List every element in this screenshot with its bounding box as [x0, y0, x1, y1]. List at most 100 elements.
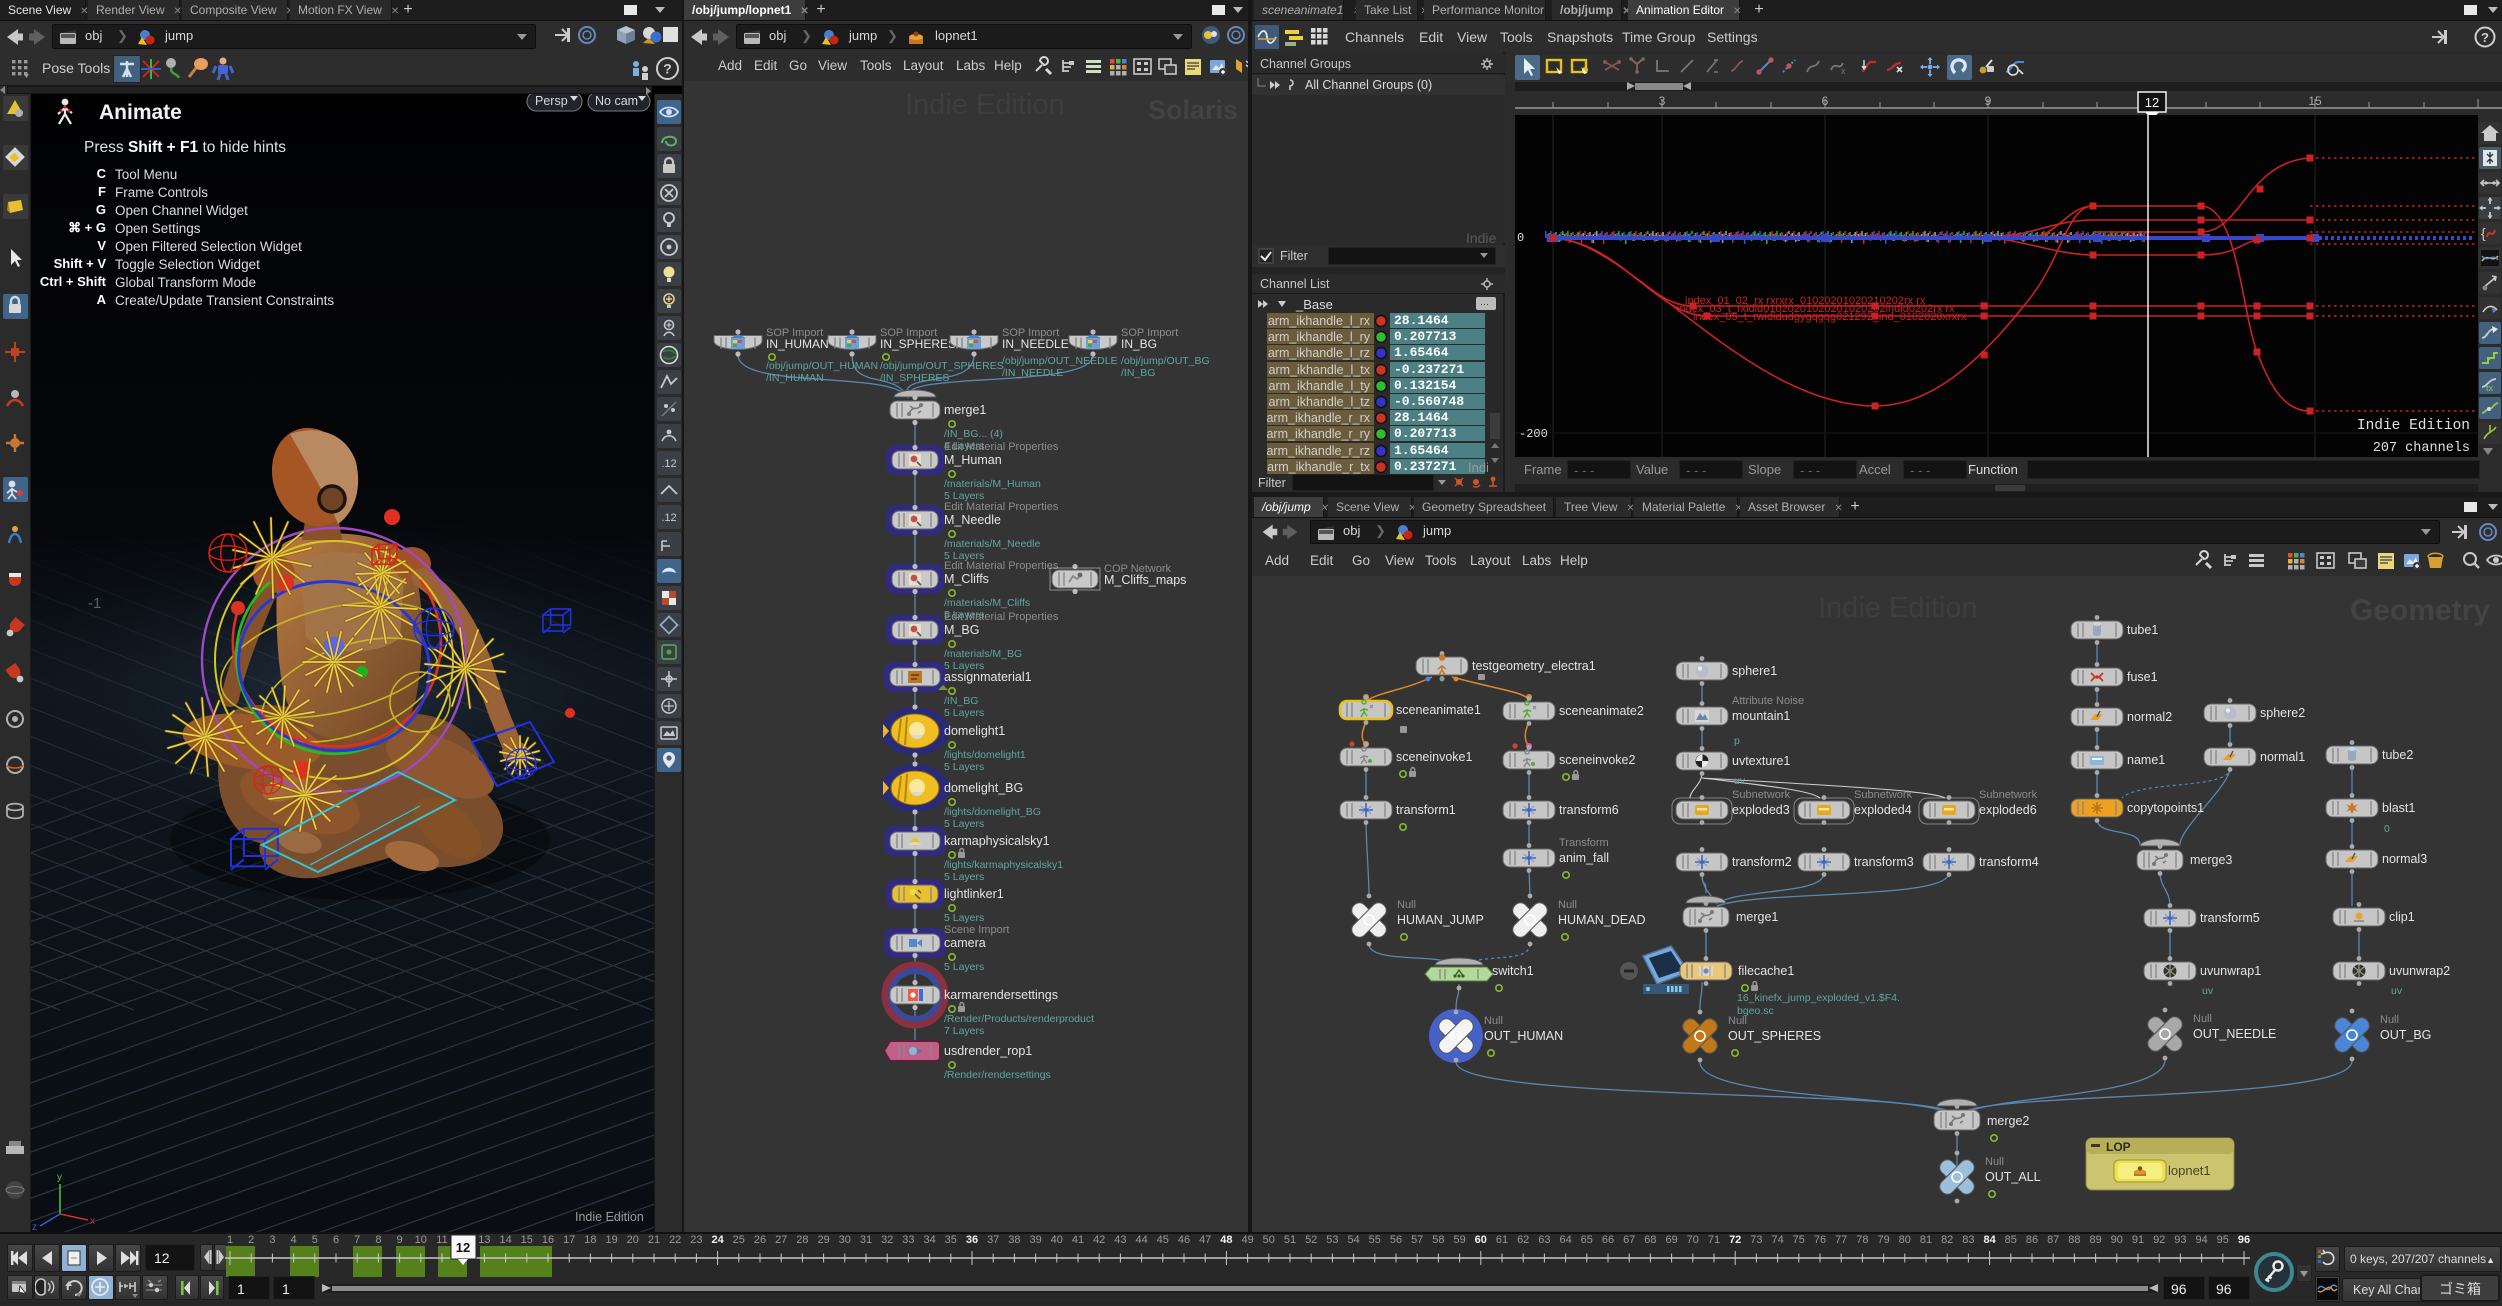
svg-text:karmaphysicalsky1: karmaphysicalsky1 — [944, 834, 1050, 848]
svg-text:z: z — [32, 1222, 37, 1232]
svg-text:OUT_HUMAN: OUT_HUMAN — [1484, 1029, 1563, 1043]
svg-text:/materials/M_Human: /materials/M_Human — [944, 478, 1041, 490]
svg-text:64: 64 — [1559, 1234, 1571, 1246]
svg-text:transform5: transform5 — [2200, 911, 2260, 925]
svg-text:/obj/jump/OUT_BG: /obj/jump/OUT_BG — [1121, 355, 1210, 367]
svg-text:27: 27 — [775, 1234, 787, 1246]
svg-text:IN_HUMAN: IN_HUMAN — [766, 337, 829, 351]
svg-text:62: 62 — [1517, 1234, 1529, 1246]
svg-text:anim_fall: anim_fall — [1559, 851, 1609, 865]
svg-text:Create/Update Transient Constr: Create/Update Transient Constraints — [115, 293, 334, 308]
svg-text:clip1: clip1 — [2389, 910, 2415, 924]
svg-text:Subnetwork: Subnetwork — [1732, 789, 1791, 801]
svg-text:5 Layers: 5 Layers — [944, 761, 984, 773]
svg-text:transform3: transform3 — [1854, 855, 1914, 869]
svg-text:Open Channel Widget: Open Channel Widget — [115, 203, 248, 218]
svg-text:79: 79 — [1877, 1234, 1889, 1246]
svg-text:exploded6: exploded6 — [1979, 803, 2037, 817]
svg-text:Subnetwork: Subnetwork — [1854, 789, 1913, 801]
svg-text:57: 57 — [1411, 1234, 1423, 1246]
svg-text:47: 47 — [1199, 1234, 1211, 1246]
svg-text:transform6: transform6 — [1559, 803, 1619, 817]
svg-text:sceneanimate1: sceneanimate1 — [1396, 703, 1481, 717]
svg-text:55: 55 — [1369, 1234, 1381, 1246]
svg-text:86: 86 — [2026, 1234, 2038, 1246]
svg-text:x: x — [1841, 66, 1846, 76]
svg-text:59: 59 — [1453, 1234, 1465, 1246]
svg-text:Null: Null — [1484, 1015, 1503, 1027]
svg-text:Scene Import: Scene Import — [944, 924, 1009, 936]
svg-text:38: 38 — [1008, 1234, 1020, 1246]
svg-text:?: ? — [2481, 30, 2489, 45]
svg-text:13: 13 — [478, 1234, 490, 1246]
svg-text:domelight_BG: domelight_BG — [944, 781, 1023, 795]
svg-text:81: 81 — [1920, 1234, 1932, 1246]
svg-text:49: 49 — [1241, 1234, 1253, 1246]
svg-text:M_Human: M_Human — [944, 453, 1002, 467]
svg-text:/obj/jump/OUT_SPHERES: /obj/jump/OUT_SPHERES — [880, 360, 1004, 372]
svg-text:12: 12 — [2145, 95, 2159, 110]
svg-text:51: 51 — [1284, 1234, 1296, 1246]
svg-text:Shift + V: Shift + V — [54, 256, 107, 271]
svg-text:blast1: blast1 — [2382, 801, 2415, 815]
svg-text:Solaris: Solaris — [1148, 95, 1238, 125]
svg-text:71: 71 — [1708, 1234, 1720, 1246]
svg-text:M_BG: M_BG — [944, 623, 979, 637]
svg-text:merge3: merge3 — [2190, 853, 2232, 867]
svg-text:28: 28 — [796, 1234, 808, 1246]
svg-text:78: 78 — [1856, 1234, 1868, 1246]
svg-text:5 Layers: 5 Layers — [944, 707, 984, 719]
svg-text:M_Needle: M_Needle — [944, 513, 1001, 527]
svg-text:uv: uv — [1734, 775, 1746, 787]
svg-text:/IN_BG... (4): /IN_BG... (4) — [944, 428, 1003, 440]
svg-text:OUT_BG: OUT_BG — [2380, 1028, 2431, 1042]
svg-text:3: 3 — [269, 1234, 275, 1246]
svg-text:96: 96 — [2238, 1234, 2250, 1246]
svg-text:Animate: Animate — [99, 101, 182, 124]
svg-text:Attribute Noise: Attribute Noise — [1732, 695, 1804, 707]
svg-text:fuse1: fuse1 — [2127, 670, 2158, 684]
svg-text:56: 56 — [1390, 1234, 1402, 1246]
svg-text:/Render/Products/renderproduct: /Render/Products/renderproduct — [944, 1013, 1094, 1025]
svg-text:x: x — [90, 1216, 95, 1227]
svg-text:2: 2 — [248, 1234, 254, 1246]
svg-text:/IN_SPHERES: /IN_SPHERES — [880, 372, 949, 384]
svg-text:Null: Null — [1558, 899, 1577, 911]
svg-text:73: 73 — [1750, 1234, 1762, 1246]
svg-text:45: 45 — [1157, 1234, 1169, 1246]
svg-text:karmarendersettings: karmarendersettings — [944, 988, 1058, 1002]
svg-text:No cam: No cam — [595, 94, 638, 108]
svg-text:5 Layers: 5 Layers — [944, 818, 984, 830]
svg-text:Tool Menu: Tool Menu — [115, 167, 177, 182]
svg-text:70: 70 — [1687, 1234, 1699, 1246]
svg-text:-1: -1 — [88, 595, 101, 612]
svg-text:33: 33 — [902, 1234, 914, 1246]
svg-text:filecache1: filecache1 — [1738, 964, 1794, 978]
svg-text:camera: camera — [944, 936, 986, 950]
svg-text:25: 25 — [733, 1234, 745, 1246]
svg-text:6: 6 — [1822, 94, 1829, 108]
svg-text:Indie Edition: Indie Edition — [905, 89, 1065, 121]
svg-text:75: 75 — [1793, 1234, 1805, 1246]
svg-text:5 Layers: 5 Layers — [944, 961, 984, 973]
svg-text:testgeometry_electra1: testgeometry_electra1 — [1472, 659, 1596, 673]
svg-text:{: { — [2481, 225, 2486, 241]
svg-text:20: 20 — [627, 1234, 639, 1246]
svg-text:IN_SPHERES: IN_SPHERES — [880, 337, 956, 351]
svg-text:/IN_BG: /IN_BG — [1121, 367, 1155, 379]
svg-text:83: 83 — [1962, 1234, 1974, 1246]
svg-text:30: 30 — [839, 1234, 851, 1246]
svg-text:normal2: normal2 — [2127, 710, 2172, 724]
svg-text:Indie Edition: Indie Edition — [1818, 592, 1978, 624]
svg-text:Indie Edition: Indie Edition — [575, 1210, 644, 1224]
svg-text:Ctrl + Shift: Ctrl + Shift — [40, 274, 107, 289]
svg-text:19: 19 — [605, 1234, 617, 1246]
svg-text:OUT_SPHERES: OUT_SPHERES — [1728, 1029, 1821, 1043]
svg-text:Null: Null — [1985, 1156, 2004, 1168]
svg-text:66: 66 — [1602, 1234, 1614, 1246]
svg-text:44: 44 — [1135, 1234, 1147, 1246]
svg-text:tube2: tube2 — [2382, 748, 2413, 762]
svg-text:?: ? — [663, 61, 672, 77]
svg-text:/lights/karmaphysicalsky1: /lights/karmaphysicalsky1 — [944, 859, 1063, 871]
svg-text:32: 32 — [881, 1234, 893, 1246]
